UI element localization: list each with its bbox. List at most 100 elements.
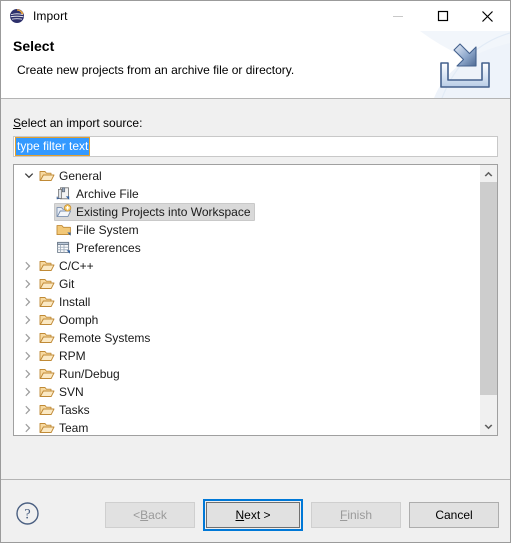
help-button[interactable]: ?	[15, 501, 40, 526]
finish-button-mnemonic: F	[339, 508, 348, 522]
import-project-icon	[56, 204, 72, 218]
close-button[interactable]	[465, 1, 510, 31]
tree-item-existing-projects-into-workspace[interactable]: Existing Projects into Workspace	[14, 203, 479, 221]
tree-expand-toggle[interactable]	[20, 275, 37, 293]
tree-item-label: Install	[59, 295, 91, 309]
tree-scrollbar[interactable]	[479, 165, 497, 435]
finish-button-slot: Finish	[311, 499, 401, 531]
chevron-down-icon	[24, 172, 33, 178]
tree-item-c-c[interactable]: C/C++	[14, 257, 479, 275]
folder-open-icon	[39, 261, 55, 271]
filter-input-value[interactable]: type filter text	[14, 137, 91, 156]
tree-expand-toggle[interactable]	[20, 401, 37, 419]
archive-file-icon	[56, 187, 70, 200]
tree-expand-toggle[interactable]	[20, 365, 37, 383]
folder-open-icon	[39, 168, 55, 184]
tree-item-archive-file[interactable]: Archive File	[14, 185, 479, 203]
tree-expand-toggle[interactable]	[20, 383, 37, 401]
import-project-icon	[56, 204, 72, 220]
import-source-label-mnemonic: S	[13, 116, 22, 130]
next-button[interactable]: Next >	[206, 502, 300, 528]
tree-item-content[interactable]: General	[37, 167, 106, 185]
tree-item-content[interactable]: Existing Projects into Workspace	[54, 203, 255, 221]
tree-item-file-system[interactable]: File System	[14, 221, 479, 239]
tree-item-label: File System	[76, 223, 139, 237]
tree-item-content[interactable]: C/C++	[37, 257, 98, 275]
chevron-right-icon	[25, 423, 31, 433]
tree-expand-toggle[interactable]	[20, 347, 37, 365]
tree-item-rpm[interactable]: RPM	[14, 347, 479, 365]
dialog-body: Select an import source: type filter tex…	[1, 99, 510, 479]
import-arrow-tray-icon	[440, 43, 490, 88]
folder-open-icon	[39, 171, 55, 181]
tree-item-preferences[interactable]: Preferences	[14, 239, 479, 257]
scroll-up-button[interactable]	[480, 165, 497, 182]
tree-item-run-debug[interactable]: Run/Debug	[14, 365, 479, 383]
tree-expand-toggle[interactable]	[20, 293, 37, 311]
tree-item-tasks[interactable]: Tasks	[14, 401, 479, 419]
next-button-slot: Next >	[203, 499, 303, 531]
finish-button: Finish	[311, 502, 401, 528]
cancel-button[interactable]: Cancel	[409, 502, 499, 528]
back-button: < Back	[105, 502, 195, 528]
tree-item-remote-systems[interactable]: Remote Systems	[14, 329, 479, 347]
tree-item-git[interactable]: Git	[14, 275, 479, 293]
tree-item-content[interactable]: Oomph	[37, 311, 102, 329]
tree-item-svn[interactable]: SVN	[14, 383, 479, 401]
tree-item-content[interactable]: Archive File	[54, 185, 143, 203]
tree-item-content[interactable]: Tasks	[37, 401, 94, 419]
tree-item-content[interactable]: SVN	[37, 383, 88, 401]
tree-item-team[interactable]: Team	[14, 419, 479, 435]
dialog-footer: ? < Back Next > Finish Cancel	[1, 479, 510, 542]
tree-expand-toggle[interactable]	[20, 257, 37, 275]
tree-item-content[interactable]: Install	[37, 293, 94, 311]
title-bar: Import	[1, 1, 510, 31]
folder-open-icon	[39, 330, 55, 346]
tree-item-label: Tasks	[59, 403, 90, 417]
tree-item-label: Existing Projects into Workspace	[76, 205, 251, 219]
folder-open-icon	[39, 369, 55, 379]
back-button-prefix: <	[133, 508, 141, 522]
tree-collapse-toggle[interactable]	[20, 167, 37, 185]
archive-file-icon	[56, 186, 72, 202]
folder-open-icon	[39, 402, 55, 418]
tree-item-oomph[interactable]: Oomph	[14, 311, 479, 329]
folder-open-icon	[39, 351, 55, 361]
folder-open-icon	[39, 423, 55, 433]
tree-expand-toggle[interactable]	[20, 419, 37, 435]
tree-item-content[interactable]: Git	[37, 275, 78, 293]
cancel-button-slot: Cancel	[409, 499, 499, 531]
tree-item-general[interactable]: General	[14, 167, 479, 185]
preferences-icon	[57, 241, 70, 254]
back-button-mnemonic: B	[140, 508, 149, 522]
tree-item-content[interactable]: Remote Systems	[37, 329, 154, 347]
tree-list[interactable]: General Archive File Existing Projects i…	[14, 165, 479, 435]
chevron-right-icon	[25, 333, 31, 343]
filter-input[interactable]: type filter text	[13, 136, 498, 157]
tree-item-content[interactable]: Team	[37, 419, 92, 435]
tree-item-content[interactable]: Preferences	[54, 239, 145, 257]
scroll-down-button[interactable]	[480, 418, 497, 435]
tree-expand-toggle[interactable]	[20, 329, 37, 347]
tree-item-content[interactable]: RPM	[37, 347, 90, 365]
folder-open-icon	[39, 384, 55, 400]
tree-item-content[interactable]: File System	[54, 221, 143, 239]
import-dialog: Import Select Create new projects from a…	[0, 0, 511, 543]
next-button-suffix: ext >	[244, 508, 271, 522]
tree-expand-toggle[interactable]	[20, 311, 37, 329]
tree-item-label: Git	[59, 277, 75, 291]
minimize-button[interactable]	[375, 1, 420, 31]
tree-item-label: SVN	[59, 385, 84, 399]
folder-open-icon	[39, 315, 55, 325]
import-source-tree[interactable]: General Archive File Existing Projects i…	[13, 164, 498, 436]
folder-open-icon	[39, 420, 55, 435]
chevron-right-icon	[25, 387, 31, 397]
tree-item-content[interactable]: Run/Debug	[37, 365, 124, 383]
tree-item-install[interactable]: Install	[14, 293, 479, 311]
maximize-button[interactable]	[420, 1, 465, 31]
window-title: Import	[33, 9, 68, 23]
folder-open-icon	[39, 279, 55, 289]
tree-item-label: Archive File	[76, 187, 139, 201]
scroll-track[interactable]	[480, 182, 497, 418]
scroll-thumb[interactable]	[480, 182, 497, 395]
